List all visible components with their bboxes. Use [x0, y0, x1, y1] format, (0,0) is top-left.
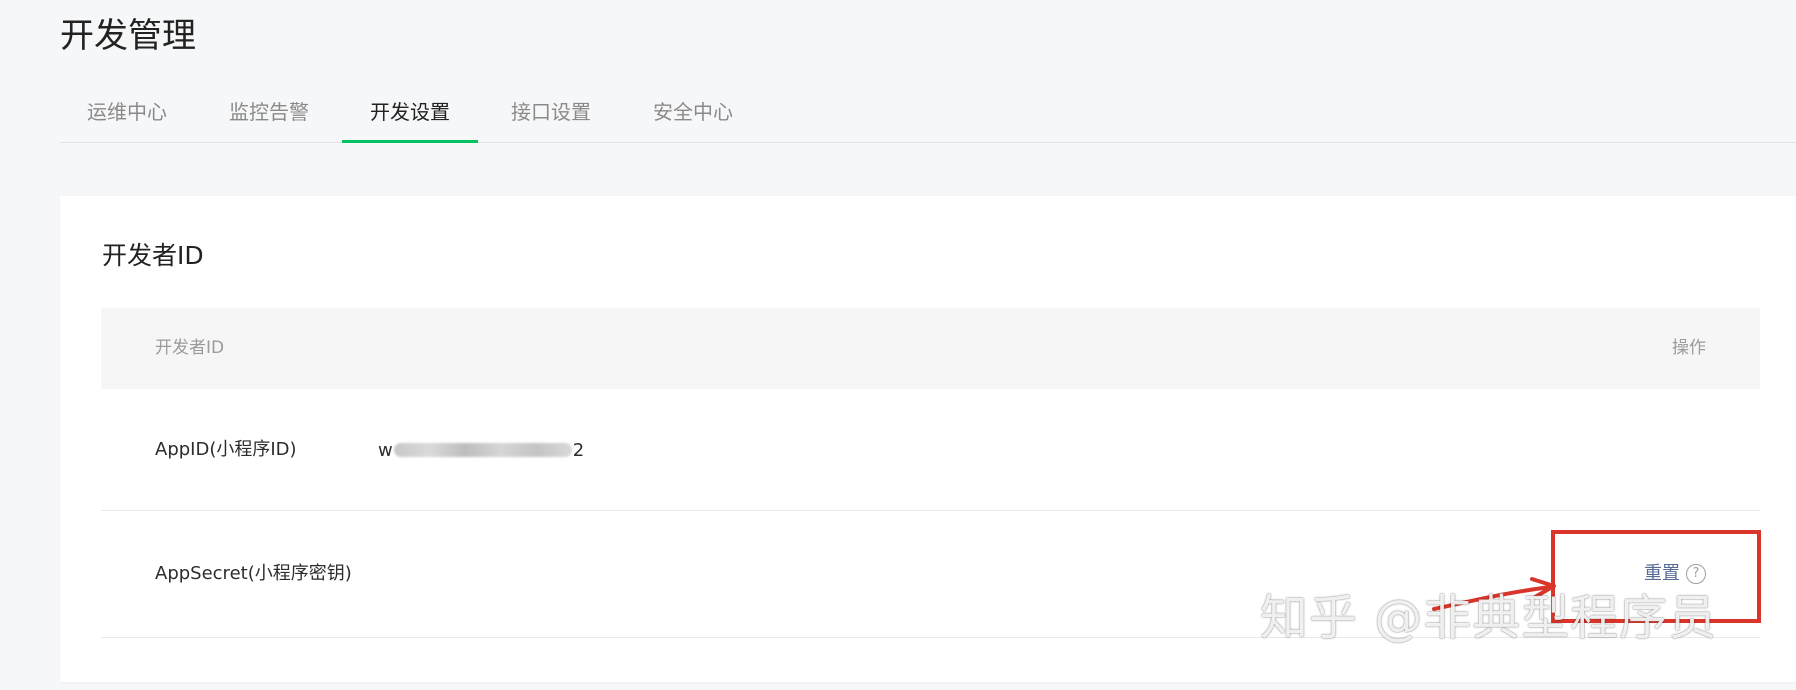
- tab-bar: 运维中心 监控告警 开发设置 接口设置 安全中心: [60, 90, 1796, 143]
- appid-value-suffix: 2: [572, 439, 585, 461]
- appid-value: w2: [378, 389, 584, 511]
- table-header: 开发者ID 操作: [101, 308, 1760, 389]
- section-title: 开发者ID: [102, 241, 204, 270]
- tab-security-center[interactable]: 安全中心: [653, 90, 733, 142]
- header-developer-id: 开发者ID: [155, 338, 225, 358]
- appid-value-prefix: w: [378, 439, 393, 461]
- table-row-appid: AppID(小程序ID) w2: [101, 389, 1760, 511]
- tab-ops-center[interactable]: 运维中心: [87, 90, 167, 142]
- appsecret-label: AppSecret(小程序密钥): [155, 563, 352, 584]
- page-title: 开发管理: [60, 16, 196, 56]
- tab-dev-settings[interactable]: 开发设置: [342, 90, 478, 143]
- header-action: 操作: [1672, 338, 1706, 358]
- redacted-blur: [393, 443, 572, 457]
- appid-label: AppID(小程序ID): [155, 439, 297, 460]
- watermark: 知乎 @非典型程序员: [1260, 590, 1718, 646]
- tab-api-settings[interactable]: 接口设置: [511, 90, 591, 142]
- tab-monitoring-alerts[interactable]: 监控告警: [229, 90, 309, 142]
